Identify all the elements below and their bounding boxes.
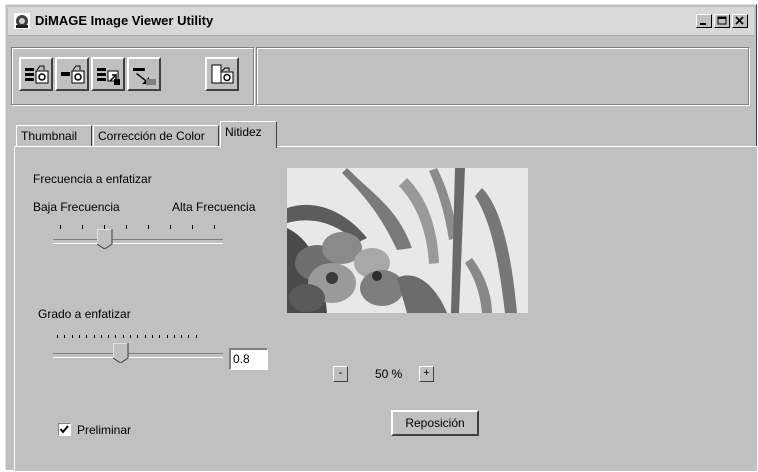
zoom-in-button[interactable]: + (419, 366, 434, 382)
title-bar[interactable]: DiMAGE Image Viewer Utility (8, 7, 754, 36)
minimize-icon (700, 23, 706, 25)
window-title: DiMAGE Image Viewer Utility (35, 13, 214, 28)
degree-tick (130, 335, 131, 338)
close-button[interactable] (732, 14, 748, 28)
reposition-label: Reposición (405, 416, 465, 430)
check-icon (59, 425, 69, 434)
tab-sharpness[interactable]: Nitidez (220, 121, 277, 148)
transfer-single-button[interactable] (55, 57, 89, 91)
degree-ticks (53, 335, 223, 341)
zoom-level: 50 % (375, 367, 403, 381)
frequency-slider[interactable] (53, 225, 223, 255)
frequency-slider-track (53, 239, 223, 244)
status-display (256, 47, 749, 105)
degree-slider[interactable] (53, 335, 223, 369)
maximize-button[interactable] (714, 14, 730, 28)
degree-value-field[interactable]: 0.8 (229, 348, 268, 370)
degree-tick (159, 335, 161, 338)
close-icon (735, 16, 744, 25)
reposition-button[interactable]: Reposición (391, 410, 479, 436)
degree-tick (115, 335, 117, 338)
toolbar (8, 39, 754, 111)
degree-tick (122, 335, 124, 338)
frequency-tick (82, 225, 83, 229)
camera-transfer-multiple-icon (25, 65, 49, 84)
transfer-multiple-button[interactable] (19, 57, 53, 91)
camera-transfer-single-icon (61, 65, 85, 84)
frequency-tick (126, 225, 127, 229)
degree-tick (78, 335, 80, 338)
degree-tick (64, 335, 66, 338)
app-window: DiMAGE Image Viewer Utility Thumbnail Co… (5, 4, 757, 471)
degree-title: Grado a enfatizar (38, 307, 131, 321)
tab-thumbnail[interactable]: Thumbnail (16, 125, 92, 147)
maximize-icon (717, 16, 727, 25)
app-camera-icon (14, 13, 30, 29)
preview-checkbox-box[interactable] (58, 423, 71, 436)
minimize-button[interactable] (696, 14, 712, 28)
tab-color-correction[interactable]: Corrección de Color (93, 125, 219, 147)
tab-color-correction-label: Corrección de Color (98, 129, 205, 143)
save-image-button[interactable] (127, 57, 161, 91)
camera-settings-button[interactable] (205, 57, 239, 91)
degree-tick (173, 335, 175, 338)
preview-checkbox[interactable]: Preliminar (58, 423, 158, 439)
image-rotate-icon (97, 68, 120, 85)
frequency-low-label: Baja Frecuencia (33, 200, 120, 214)
frequency-high-label: Alta Frecuencia (172, 200, 256, 214)
zoom-out-button[interactable]: - (333, 366, 348, 382)
degree-tick (144, 335, 146, 338)
degree-tick (57, 335, 58, 338)
rotate-image-button[interactable] (91, 57, 125, 91)
preview-image (287, 168, 528, 313)
frequency-tick (60, 225, 61, 229)
degree-tick (151, 335, 153, 338)
preview-checkbox-label: Preliminar (77, 423, 132, 437)
frequency-tick (192, 225, 193, 229)
image-save-icon (133, 68, 156, 85)
camera-settings-icon (211, 64, 234, 84)
zoom-out-label: - (338, 367, 343, 379)
frequency-tick (148, 225, 149, 229)
degree-tick (93, 335, 95, 338)
frequency-slider-thumb[interactable] (96, 229, 113, 249)
degree-tick (86, 335, 88, 338)
degree-tick (188, 335, 190, 338)
degree-tick (181, 335, 183, 338)
degree-tick (100, 335, 102, 338)
degree-tick (71, 335, 73, 338)
degree-tick (137, 335, 139, 338)
degree-tick (166, 335, 168, 338)
toolbar-button-group (11, 47, 254, 105)
degree-tick (108, 335, 110, 338)
zoom-in-label: + (423, 367, 430, 379)
frequency-tick (170, 225, 171, 229)
degree-value: 0.8 (233, 352, 250, 366)
degree-tick (195, 335, 197, 338)
frequency-title: Frecuencia a enfatizar (33, 172, 152, 186)
frequency-tick (214, 225, 215, 229)
tab-thumbnail-label: Thumbnail (21, 129, 78, 143)
sharpness-panel: Frecuencia a enfatizar Baja Frecuencia A… (14, 146, 757, 471)
degree-slider-thumb[interactable] (113, 343, 129, 363)
degree-slider-track (53, 353, 223, 358)
tab-sharpness-label: Nitidez (225, 125, 262, 139)
